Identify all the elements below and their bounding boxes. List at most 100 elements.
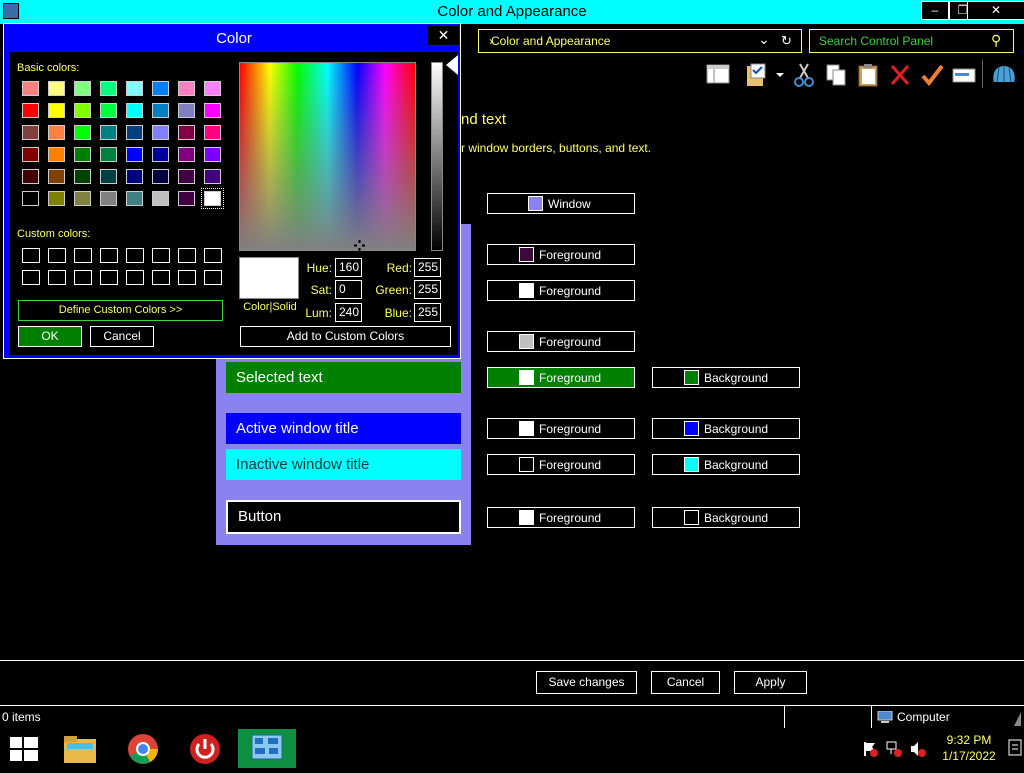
resize-grip-icon[interactable] — [1014, 712, 1022, 726]
foreground-color-button[interactable]: Foreground — [487, 367, 635, 388]
basic-color-swatch[interactable] — [126, 191, 143, 206]
hue-field[interactable]: 160 — [335, 258, 362, 277]
foreground-color-button[interactable]: Foreground — [487, 244, 635, 265]
blue-field[interactable]: 255 — [414, 303, 441, 322]
foreground-color-button[interactable]: Foreground — [487, 418, 635, 439]
start-button[interactable] — [10, 737, 38, 761]
basic-color-swatch[interactable] — [126, 81, 143, 96]
custom-color-swatch[interactable] — [22, 248, 40, 263]
save-changes-button[interactable]: Save changes — [536, 671, 637, 694]
basic-color-swatch[interactable] — [204, 125, 221, 140]
basic-color-swatch[interactable] — [126, 125, 143, 140]
foreground-color-button[interactable]: Foreground — [487, 454, 635, 475]
basic-color-swatch[interactable] — [22, 147, 39, 162]
basic-color-swatch[interactable] — [178, 147, 195, 162]
basic-color-swatch[interactable] — [22, 169, 39, 184]
preview-button[interactable]: Button — [226, 500, 461, 534]
network-icon[interactable] — [886, 741, 902, 757]
basic-color-swatch[interactable] — [74, 125, 91, 140]
basic-color-swatch[interactable] — [100, 147, 117, 162]
basic-color-swatch[interactable] — [22, 103, 39, 118]
sat-field[interactable]: 0 — [335, 280, 362, 299]
custom-color-swatch[interactable] — [100, 248, 118, 263]
custom-color-swatch[interactable] — [48, 248, 66, 263]
basic-color-swatch[interactable] — [100, 81, 117, 96]
custom-color-swatch[interactable] — [152, 270, 170, 285]
define-custom-colors-button[interactable]: Define Custom Colors >> — [18, 300, 223, 321]
properties-icon[interactable] — [745, 62, 769, 88]
shell-icon[interactable] — [990, 62, 1018, 88]
red-field[interactable]: 255 — [414, 258, 441, 277]
green-field[interactable]: 255 — [414, 280, 441, 299]
custom-color-swatch[interactable] — [204, 248, 222, 263]
basic-color-swatch[interactable] — [178, 81, 195, 96]
custom-color-swatch[interactable] — [152, 248, 170, 263]
control-panel-taskbar-button[interactable] — [238, 729, 296, 768]
basic-color-swatch[interactable] — [152, 125, 169, 140]
refresh-icon[interactable]: ↻ — [781, 33, 792, 49]
basic-color-swatch[interactable] — [152, 169, 169, 184]
foreground-color-button[interactable]: Foreground — [487, 280, 635, 301]
action-center-icon[interactable] — [862, 741, 878, 757]
foreground-color-button[interactable]: Foreground — [487, 507, 635, 528]
basic-color-swatch[interactable] — [152, 147, 169, 162]
basic-color-swatch[interactable] — [204, 81, 221, 96]
basic-color-swatch[interactable] — [178, 169, 195, 184]
custom-color-swatch[interactable] — [178, 270, 196, 285]
basic-color-swatch[interactable] — [48, 169, 65, 184]
layout-icon[interactable] — [706, 62, 730, 88]
foreground-color-button[interactable]: Foreground — [487, 331, 635, 352]
preview-selected-text[interactable]: Selected text — [226, 362, 461, 393]
custom-color-swatch[interactable] — [204, 270, 222, 285]
background-color-button[interactable]: Background — [652, 418, 800, 439]
basic-color-swatch[interactable] — [48, 81, 65, 96]
close-button[interactable]: ✕ — [967, 1, 1024, 20]
basic-color-swatch[interactable] — [100, 169, 117, 184]
paste-icon[interactable] — [856, 62, 880, 88]
basic-color-swatch[interactable] — [126, 169, 143, 184]
custom-color-swatch[interactable] — [74, 248, 92, 263]
dialog-close-button[interactable]: ✕ — [428, 26, 459, 45]
preview-inactive-window-title[interactable]: Inactive window title — [226, 449, 461, 480]
search-icon[interactable]: ⚲ — [991, 32, 1001, 49]
basic-color-swatch[interactable] — [201, 188, 224, 209]
basic-color-swatch[interactable] — [48, 147, 65, 162]
cut-icon[interactable] — [792, 62, 816, 88]
power-icon[interactable] — [189, 733, 221, 765]
basic-color-swatch[interactable] — [178, 103, 195, 118]
clock-time[interactable]: 9:32 PM — [938, 733, 1000, 747]
chevron-down-icon[interactable] — [774, 62, 786, 88]
basic-color-swatch[interactable] — [22, 81, 39, 96]
basic-color-swatch[interactable] — [126, 147, 143, 162]
window-title-bar[interactable]: Color and Appearance ‒ ❐ ✕ — [0, 0, 1024, 24]
spectrum-crosshair-icon[interactable] — [354, 238, 365, 251]
basic-color-swatch[interactable] — [74, 147, 91, 162]
basic-color-swatch[interactable] — [48, 103, 65, 118]
basic-color-swatch[interactable] — [204, 169, 221, 184]
background-color-button[interactable]: Background — [652, 367, 800, 388]
basic-color-swatch[interactable] — [22, 191, 39, 206]
lum-field[interactable]: 240 — [335, 303, 362, 322]
basic-color-swatch[interactable] — [100, 125, 117, 140]
custom-color-swatch[interactable] — [74, 270, 92, 285]
custom-color-swatch[interactable] — [178, 248, 196, 263]
custom-color-swatch[interactable] — [126, 248, 144, 263]
cancel-button[interactable]: Cancel — [651, 671, 720, 694]
basic-color-swatch[interactable] — [48, 125, 65, 140]
basic-color-swatch[interactable] — [74, 81, 91, 96]
basic-color-swatch[interactable] — [204, 147, 221, 162]
custom-color-swatch[interactable] — [22, 270, 40, 285]
basic-color-swatch[interactable] — [48, 191, 65, 206]
basic-color-swatch[interactable] — [22, 125, 39, 140]
luminance-slider[interactable] — [431, 62, 443, 251]
chevron-down-icon[interactable]: ⌄ — [758, 31, 770, 48]
basic-color-swatch[interactable] — [74, 103, 91, 118]
checkmark-icon[interactable] — [920, 62, 944, 88]
window-color-button[interactable]: Window — [487, 193, 635, 214]
background-color-button[interactable]: Background — [652, 454, 800, 475]
basic-color-swatch[interactable] — [74, 191, 91, 206]
add-to-custom-colors-button[interactable]: Add to Custom Colors — [240, 326, 451, 347]
chrome-icon[interactable] — [127, 733, 159, 765]
basic-color-swatch[interactable] — [178, 125, 195, 140]
dialog-cancel-button[interactable]: Cancel — [90, 326, 154, 347]
